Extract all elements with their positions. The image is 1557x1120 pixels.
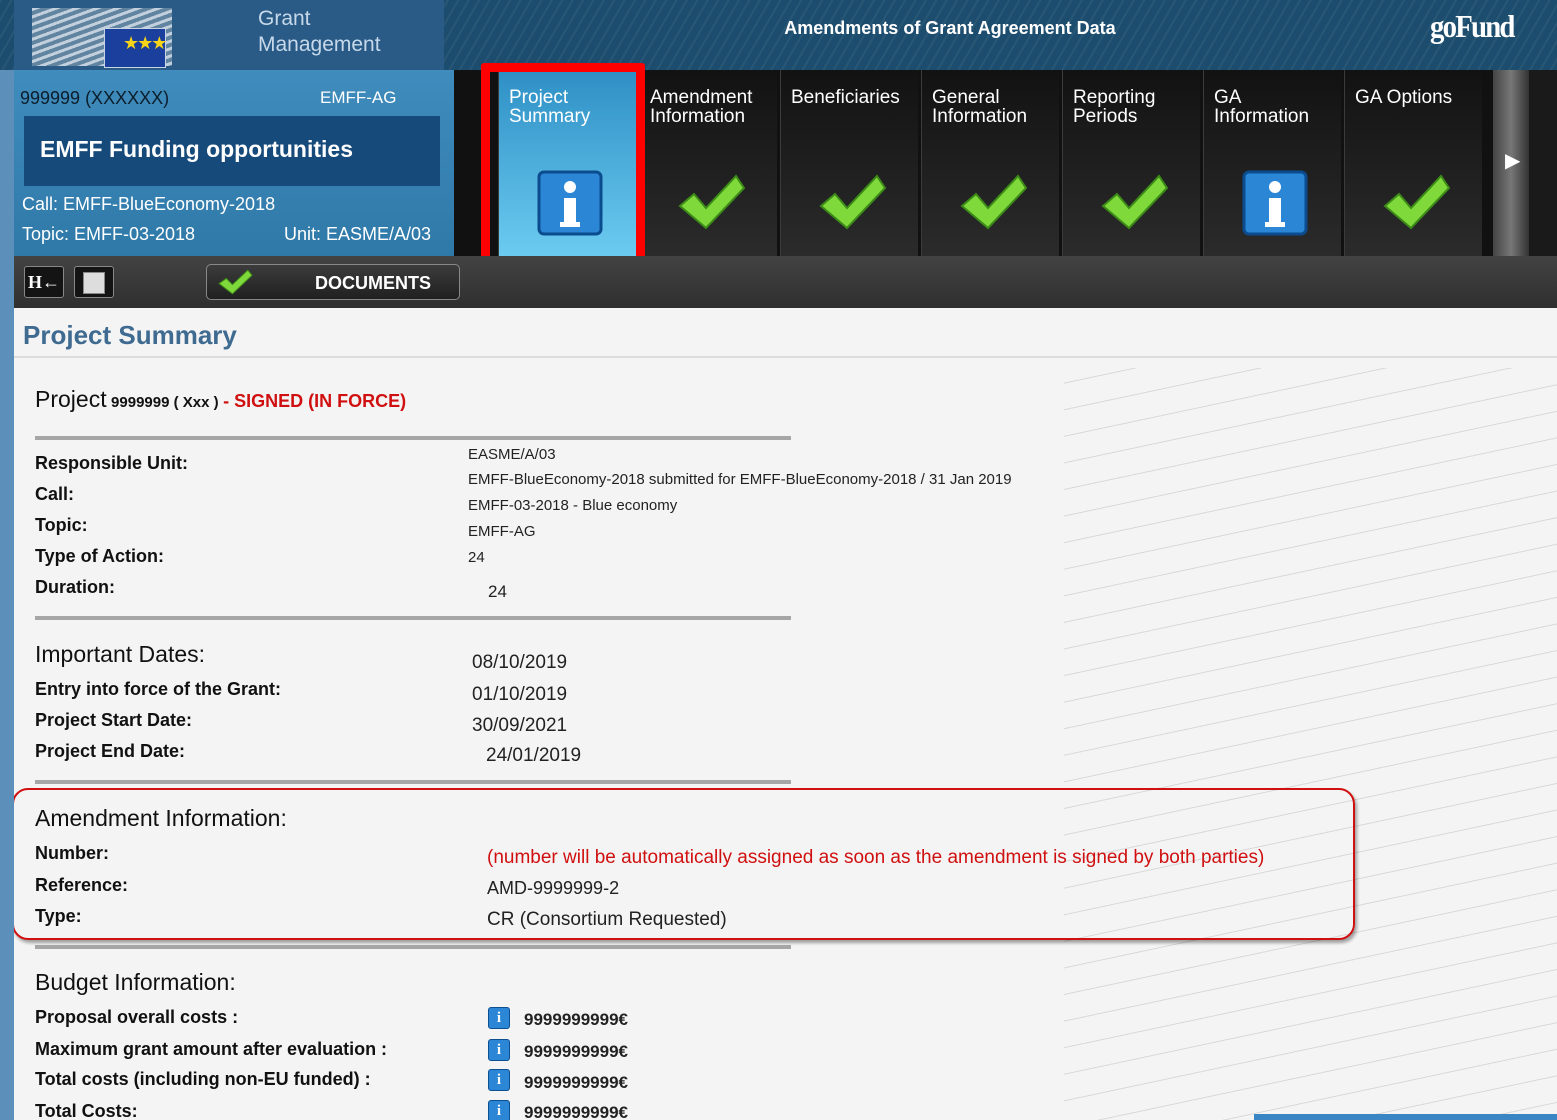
value-date-2: 01/10/2019 — [472, 684, 568, 705]
check-icon — [218, 269, 253, 295]
divider — [35, 780, 791, 784]
label-reference: Reference: — [35, 875, 129, 895]
check-icon — [678, 174, 746, 230]
status-badge: - SIGNED (IN FORCE) — [223, 391, 407, 411]
step-label: Beneficiaries — [791, 87, 900, 108]
step-label: Amendment Information — [650, 87, 753, 127]
tab-beneficiaries[interactable]: Beneficiaries — [780, 70, 918, 256]
translate-icon — [83, 272, 105, 294]
label-type: Type: — [35, 906, 82, 926]
step-label: GA Options — [1355, 87, 1453, 108]
step-label: General Information — [932, 87, 1028, 127]
info-icon[interactable]: i — [488, 1039, 510, 1061]
home-button[interactable]: H← — [24, 266, 64, 298]
left-border — [0, 0, 14, 1120]
info-icon[interactable]: i — [488, 1069, 510, 1091]
amendment-header: Amendment Information: — [35, 805, 287, 831]
info-icon[interactable]: i — [488, 1007, 510, 1029]
step-label: Reporting Periods — [1073, 87, 1156, 127]
check-icon — [1383, 174, 1451, 230]
top-header: ★★★ Grant Management Amendments of Grant… — [0, 0, 1557, 70]
page-heading: Amendments of Grant Agreement Data — [784, 18, 1116, 38]
value-date-4: 24/01/2019 — [486, 745, 582, 766]
project-call: Call: EMFF-BlueEconomy-2018 — [22, 194, 276, 214]
step-label: GA Information — [1214, 87, 1310, 127]
label-call: Call: — [35, 484, 75, 504]
project-unit: Unit: EASME/A/03 — [284, 224, 432, 244]
check-icon — [960, 174, 1028, 230]
project-id: 999999 (XXXXXX) — [20, 88, 170, 108]
label-end-date: Project End Date: — [35, 741, 186, 761]
check-icon — [819, 174, 887, 230]
project-info-box: 999999 (XXXXXX) EMFF-AG EMFF Funding opp… — [14, 70, 454, 256]
value-proposal-costs: 9999999999€ — [524, 1010, 629, 1029]
chevron-right-icon: ▶ — [1505, 148, 1521, 172]
value-total-costs: 9999999999€ — [524, 1103, 629, 1120]
documents-button[interactable]: DOCUMENTS — [206, 264, 460, 300]
value-max-grant: 9999999999€ — [524, 1042, 629, 1061]
value-responsible-unit: EASME/A/03 — [468, 446, 556, 463]
value-type-of-action: EMFF-AG — [468, 523, 536, 540]
toolbar: H← DOCUMENTS — [14, 256, 1557, 308]
value-date-1: 08/10/2019 — [472, 652, 568, 673]
manuscript-watermark — [1064, 368, 1557, 1120]
amendment-reference: AMD-9999999-2 — [487, 878, 620, 898]
app-title-line1: Grant — [258, 7, 311, 30]
label-entry-into-force: Entry into force of the Grant: — [35, 679, 282, 699]
steps-scroll-right-button[interactable]: ▶ — [1493, 70, 1529, 256]
label-total-costs-non-eu: Total costs (including non-EU funded) : — [35, 1069, 371, 1089]
step-highlight-frame — [481, 63, 645, 268]
project-number: 9999999 ( Xxx ) — [111, 394, 219, 411]
bottom-strip — [1254, 1114, 1557, 1120]
check-icon — [1101, 174, 1169, 230]
tab-general-information[interactable]: General Information — [921, 70, 1059, 256]
page-title: Project Summary — [23, 320, 237, 350]
amendment-number-note: (number will be automatically assigned a… — [487, 847, 1265, 868]
value-duration-extra: 24 — [488, 582, 507, 601]
project-title-box: EMFF Funding opportunities — [24, 116, 440, 186]
gofund-logo: goFund — [1430, 8, 1515, 44]
value-topic: EMFF-03-2018 - Blue economy — [468, 497, 678, 514]
tab-reporting-periods[interactable]: Reporting Periods — [1062, 70, 1200, 256]
divider — [35, 945, 791, 949]
divider — [435, 436, 791, 437]
project-heading: Project 9999999 ( Xxx ) - SIGNED (IN FOR… — [35, 386, 406, 413]
eu-flag-icon: ★★★ — [104, 28, 167, 68]
value-date-3: 30/09/2021 — [472, 715, 568, 736]
label-duration: Duration: — [35, 577, 115, 597]
info-icon — [1242, 170, 1308, 236]
project-topic: Topic: EMFF-03-2018 — [22, 224, 196, 244]
label-total-costs: Total Costs: — [35, 1101, 138, 1120]
tab-amendment-information[interactable]: Amendment Information — [639, 70, 777, 256]
value-total-costs-non-eu: 9999999999€ — [524, 1073, 629, 1092]
translate-button[interactable] — [74, 266, 114, 298]
label-start-date: Project Start Date: — [35, 710, 193, 730]
label-proposal-costs: Proposal overall costs : — [35, 1007, 239, 1027]
divider — [14, 356, 1557, 358]
amendment-type: CR (Consortium Requested) — [487, 909, 727, 930]
documents-label: DOCUMENTS — [315, 273, 431, 293]
project-title: EMFF Funding opportunities — [40, 136, 353, 162]
dates-header: Important Dates: — [35, 641, 206, 667]
label-number: Number: — [35, 843, 110, 863]
app-title: Grant Management — [258, 6, 381, 58]
tab-ga-information[interactable]: GA Information — [1203, 70, 1341, 256]
label-responsible-unit: Responsible Unit: — [35, 453, 189, 473]
main-content: Project Summary Project 9999999 ( Xxx ) … — [14, 308, 1557, 1120]
divider — [35, 616, 791, 620]
info-icon[interactable]: i — [488, 1100, 510, 1120]
label-type-of-action: Type of Action: — [35, 546, 164, 566]
project-programme: EMFF-AG — [320, 88, 397, 107]
project-word: Project — [35, 386, 107, 412]
label-max-grant: Maximum grant amount after evaluation : — [35, 1039, 388, 1059]
tab-ga-options[interactable]: GA Options — [1344, 70, 1482, 256]
value-call: EMFF-BlueEconomy-2018 submitted for EMFF… — [468, 471, 1012, 488]
app-title-line2: Management — [258, 33, 381, 56]
budget-header: Budget Information: — [35, 969, 236, 995]
steps-edge — [1529, 70, 1557, 256]
label-topic: Topic: — [35, 515, 88, 535]
value-duration: 24 — [468, 549, 485, 566]
